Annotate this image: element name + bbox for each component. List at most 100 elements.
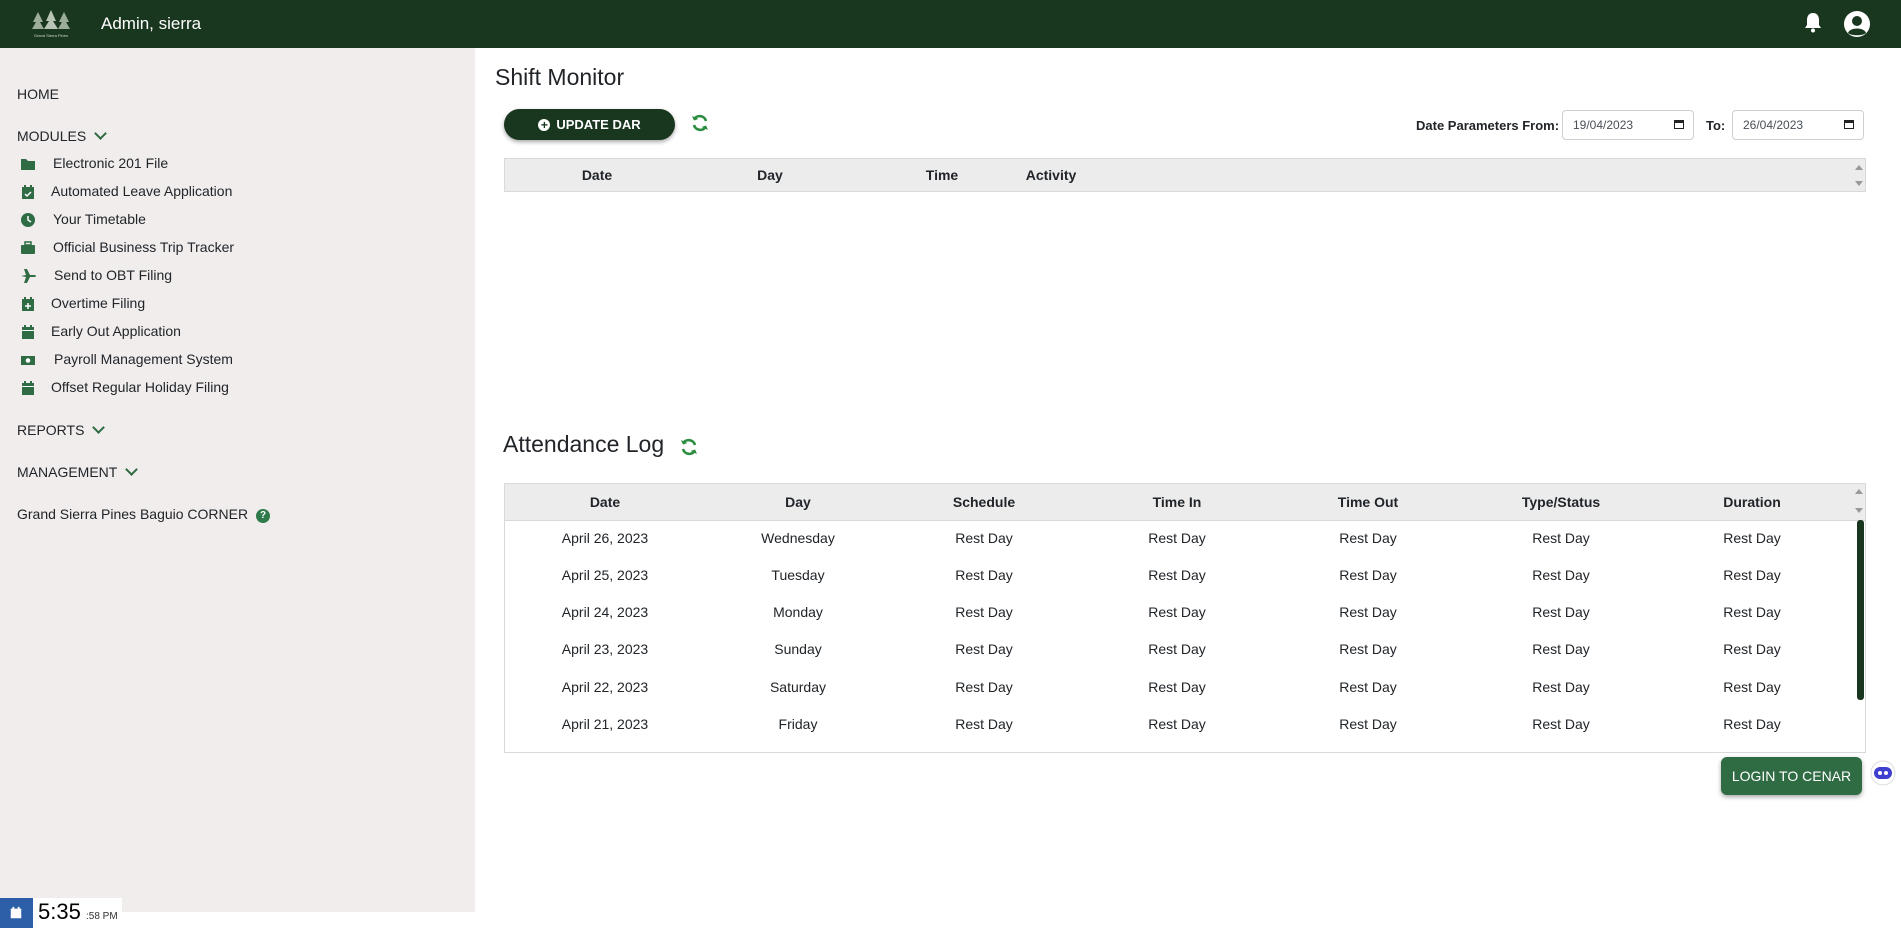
chevron-down-icon [92, 421, 106, 434]
calendar-icon [1674, 120, 1684, 129]
table-cell: Monday [773, 604, 823, 620]
module-label: Send to OBT Filing [54, 267, 173, 283]
column-header: Time [925, 167, 959, 183]
nav-management[interactable]: MANAGEMENT [17, 463, 139, 480]
column-header: Schedule [952, 494, 1016, 510]
chevron-down-icon [125, 463, 139, 476]
calendar-icon [1844, 120, 1854, 129]
calendar-icon[interactable] [0, 898, 33, 928]
date-to-input[interactable]: 26/04/2023 [1732, 110, 1864, 140]
nav-reports[interactable]: REPORTS [17, 421, 106, 438]
table-header: Date Day Schedule Time In Time Out Type/… [505, 484, 1865, 521]
calendar-check-icon [22, 185, 34, 199]
bell-icon[interactable] [1803, 11, 1823, 33]
table-cell: Rest Day [1723, 604, 1781, 620]
user-avatar-icon[interactable] [1843, 10, 1871, 38]
table-cell: Rest Day [1532, 716, 1590, 732]
briefcase-icon [21, 241, 35, 254]
table-cell: April 26, 2023 [561, 530, 649, 546]
table-cell: Tuesday [771, 567, 825, 583]
column-header: Day [785, 494, 811, 510]
table-cell: April 22, 2023 [561, 679, 649, 695]
date-from-input[interactable]: 19/04/2023 [1562, 110, 1694, 140]
table-cell: Rest Day [1339, 604, 1397, 620]
table-cell: Rest Day [955, 641, 1013, 657]
table-cell: April 25, 2023 [561, 567, 649, 583]
table-cell: Friday [778, 716, 818, 732]
table-cell: Rest Day [1532, 679, 1590, 695]
table-header: Date Day Time Activity [505, 159, 1865, 192]
login-to-cenar-button[interactable]: LOGIN TO CENAR [1721, 757, 1862, 795]
calendar-plus-icon [22, 297, 34, 311]
scroll-up-arrow[interactable] [1855, 165, 1863, 170]
column-header: Time Out [1337, 494, 1399, 510]
date-to-label: To: [1706, 118, 1726, 133]
module-label: Electronic 201 File [53, 155, 169, 171]
table-cell: Rest Day [1723, 716, 1781, 732]
column-header: Type/Status [1521, 494, 1601, 510]
module-label: Your Timetable [53, 211, 146, 227]
table-cell: Rest Day [1532, 567, 1590, 583]
column-header: Time In [1152, 494, 1202, 510]
table-cell: Wednesday [761, 530, 835, 546]
top-navbar: Grand Sierra Pines Admin, sierra [0, 0, 1901, 48]
date-to-value: 26/04/2023 [1743, 118, 1804, 132]
table-cell: Rest Day [955, 716, 1013, 732]
svg-text:Grand Sierra Pines: Grand Sierra Pines [34, 33, 68, 38]
clock-icon [21, 213, 35, 227]
branch-label: Grand Sierra Pines Baguio CORNER [17, 506, 249, 522]
table-cell: Sunday [774, 641, 822, 657]
module-label: Early Out Application [51, 323, 181, 339]
clock-widget: 5:35 :58 PM [0, 898, 122, 928]
table-cell: Rest Day [1148, 679, 1206, 695]
update-dar-button[interactable]: + UPDATE DAR [504, 109, 675, 140]
column-header: Date [581, 167, 613, 183]
table-cell: Rest Day [1148, 604, 1206, 620]
folder-icon [21, 159, 35, 170]
app-title: Admin, sierra [101, 14, 202, 33]
calendar-icon [22, 325, 34, 339]
column-header: Date [589, 494, 621, 510]
scroll-down-arrow[interactable] [1855, 508, 1863, 513]
table-cell: Rest Day [1532, 604, 1590, 620]
nav-modules[interactable]: MODULES [17, 127, 108, 144]
module-label: Payroll Management System [54, 351, 233, 367]
table-cell: Rest Day [1148, 567, 1206, 583]
module-label: Automated Leave Application [51, 183, 233, 199]
chevron-down-icon [94, 127, 108, 140]
module-label: Offset Regular Holiday Filing [51, 379, 229, 395]
date-from-value: 19/04/2023 [1573, 118, 1634, 132]
table-cell: Rest Day [955, 679, 1013, 695]
clock-time: 5:35 [38, 899, 81, 924]
date-from-label: Date Parameters From: [1416, 118, 1560, 133]
table-cell: Rest Day [1532, 530, 1590, 546]
help-icon[interactable]: ? [256, 509, 271, 523]
table-cell: Rest Day [1723, 641, 1781, 657]
nav-reports-label: REPORTS [17, 422, 85, 438]
scrollbar-thumb[interactable] [1857, 520, 1864, 700]
table-cell: Rest Day [955, 530, 1013, 546]
chatbot-icon[interactable] [1870, 760, 1896, 786]
scroll-up-arrow[interactable] [1855, 489, 1863, 494]
table-cell: Rest Day [955, 604, 1013, 620]
column-header: Duration [1723, 494, 1781, 510]
table-cell: Rest Day [1339, 567, 1397, 583]
plus-circle-icon: + [538, 118, 551, 131]
sidebar: HOME MODULES Electronic 201 File Automat… [0, 48, 475, 912]
table-cell: April 21, 2023 [561, 716, 649, 732]
refresh-icon[interactable] [690, 113, 710, 133]
plane-icon [21, 269, 36, 283]
module-label: Official Business Trip Tracker [53, 239, 235, 255]
table-cell: Rest Day [1339, 716, 1397, 732]
nav-modules-label: MODULES [17, 128, 87, 144]
table-cell: Rest Day [1339, 641, 1397, 657]
attendance-log-title: Attendance Log [503, 431, 665, 457]
company-logo: Grand Sierra Pines [32, 10, 70, 38]
refresh-icon[interactable] [679, 437, 699, 457]
scroll-down-arrow[interactable] [1855, 181, 1863, 186]
attendance-log-table: Date Day Schedule Time In Time Out Type/… [504, 483, 1866, 753]
column-header: Day [757, 167, 783, 183]
shift-monitor-title: Shift Monitor [495, 64, 625, 90]
shift-monitor-table: Date Day Time Activity [504, 158, 1866, 192]
nav-home[interactable]: HOME [17, 86, 59, 102]
